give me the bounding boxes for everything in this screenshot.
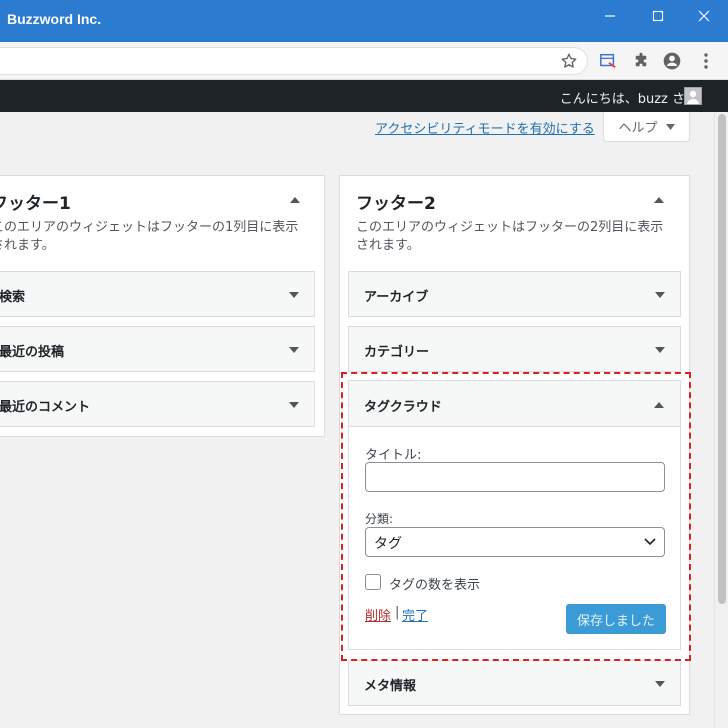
close-button[interactable] [688,6,720,26]
taxonomy-select[interactable]: タグ [365,527,665,557]
link-separator: | [395,605,400,620]
minimize-icon [605,15,615,17]
sidebar-footer-1: フッター1 このエリアのウィジェットはフッターの1列目に表示 されます。 検索 … [0,175,325,437]
sidebar-description: このエリアのウィジェットはフッターの1列目に表示 されます。 [0,220,299,253]
widget-title: カテゴリー [364,345,430,360]
help-label: ヘルプ [618,121,658,136]
collapse-up-icon[interactable] [653,195,665,205]
scrollbar-thumb[interactable] [718,114,726,604]
close-icon [698,10,710,22]
save-button[interactable]: 保存しました [566,604,666,634]
widget-title: 検索 [0,290,26,305]
taxonomy-selected-value: タグ [374,536,402,552]
caret-down-icon [665,123,675,130]
show-count-label[interactable]: タグの数を表示 [389,574,480,593]
caret-down-icon [655,347,665,353]
widget-title: 最近の投稿 [0,345,65,360]
star-icon [561,53,577,68]
sidebar-description: このエリアのウィジェットはフッターの2列目に表示 されます。 [356,220,664,253]
bookmark-star-button[interactable] [559,51,579,71]
delete-link[interactable]: 削除 [365,605,391,624]
browser-toolbar [0,42,728,80]
widget-archives[interactable]: アーカイブ [348,271,681,317]
chevron-down-icon [644,538,656,546]
minimize-button[interactable] [594,6,626,26]
window-title: Buzzword Inc. [7,11,102,27]
caret-down-icon [655,681,665,687]
title-field[interactable] [365,462,665,492]
widget-header[interactable]: タグクラウド [349,381,680,427]
avatar[interactable] [684,87,702,105]
caret-down-icon [289,347,299,353]
title-field-label: タイトル: [365,448,422,463]
screen-capture-icon [600,53,616,69]
help-button[interactable]: ヘルプ [603,112,690,142]
widget-recent-posts[interactable]: 最近の投稿 [0,326,315,372]
window-titlebar: Buzzword Inc. [0,0,728,42]
widget-title: アーカイブ [364,290,429,305]
widget-title: タグクラウド [364,400,442,415]
done-link[interactable]: 完了 [402,605,428,624]
kebab-menu-icon [704,53,708,69]
widget-recent-comments[interactable]: 最近のコメント [0,381,315,427]
widget-categories[interactable]: カテゴリー [348,326,681,372]
address-bar[interactable] [0,47,588,75]
caret-down-icon [289,402,299,408]
caret-down-icon [289,292,299,298]
widget-title: メタ情報 [364,679,417,694]
accessibility-mode-link[interactable]: アクセシビリティモードを有効にする [375,118,595,137]
puzzle-icon [635,52,647,67]
maximize-button[interactable] [642,6,674,26]
profile-button[interactable] [662,51,682,71]
page-scrollbar[interactable] [714,112,728,728]
taxonomy-label: 分類: [365,512,394,526]
collapse-up-icon[interactable] [289,195,301,205]
widget-search[interactable]: 検索 [0,271,315,317]
sidebar-title: フッター2 [356,194,436,214]
maximize-icon [652,10,664,22]
user-greeting[interactable]: こんにちは、buzz さん [560,88,698,107]
widget-title: 最近のコメント [0,400,91,415]
extension-capture-button[interactable] [598,51,618,71]
browser-menu-button[interactable] [696,51,716,71]
widget-tag-cloud: タグクラウド タイトル: 分類: タグ タグの数を表示 削除 | 完了 保存しま… [348,380,681,650]
show-count-checkbox[interactable] [365,574,381,590]
user-avatar-icon [687,90,699,104]
widget-meta[interactable]: メタ情報 [348,660,681,706]
account-circle-icon [663,52,681,70]
caret-up-icon [654,402,664,408]
extensions-button[interactable] [631,51,651,71]
caret-down-icon [655,292,665,298]
wp-admin-bar: こんにちは、buzz さん [0,80,728,112]
sidebar-title: フッター1 [0,194,71,214]
